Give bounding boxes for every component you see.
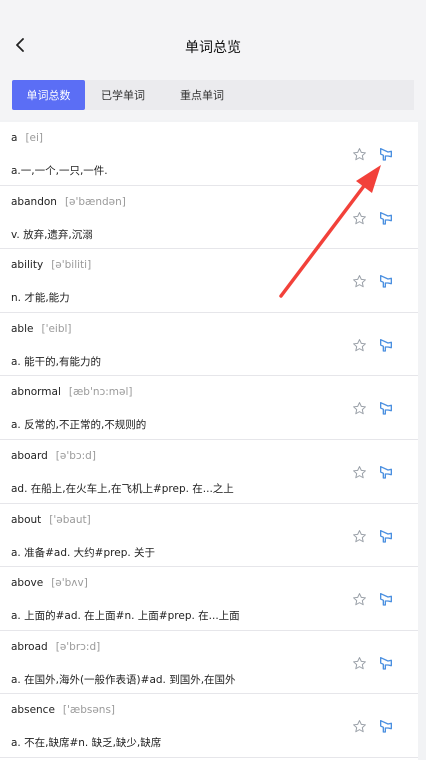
word-heading: about ['əbaut] — [11, 514, 91, 526]
tab-all-words[interactable]: 单词总数 — [12, 80, 85, 110]
word-phonetic: [ə'bændən] — [64, 195, 126, 208]
word-text: a — [11, 132, 18, 144]
word-phonetic: ['eibl] — [41, 322, 72, 335]
word-heading: above [ə'bʌv] — [11, 577, 88, 589]
speaker-icon[interactable] — [378, 210, 394, 226]
chevron-left-icon — [16, 38, 24, 52]
star-icon[interactable] — [352, 465, 367, 480]
word-row[interactable]: ability [ə'biliti] n. 才能,能力 — [0, 249, 418, 313]
word-meaning: a. 反常的,不正常的,不规则的 — [11, 419, 147, 432]
word-phonetic: [ə'bʌv] — [51, 577, 88, 590]
word-row[interactable]: able ['eibl] a. 能干的,有能力的 — [0, 313, 418, 377]
tab-bar-wrap: 单词总数 已学单词 重点单词 — [0, 72, 426, 120]
speaker-icon[interactable] — [378, 337, 394, 353]
word-text: able — [11, 322, 34, 335]
word-heading: a [ei] — [11, 132, 43, 144]
word-meaning: a. 准备#ad. 大约#prep. 关于 — [11, 546, 156, 559]
word-phonetic: ['əbaut] — [49, 513, 91, 526]
word-text: absence — [11, 704, 55, 717]
page-title: 单词总览 — [185, 40, 241, 56]
word-phonetic: [ei] — [25, 132, 44, 144]
word-text: ability — [11, 259, 44, 272]
speaker-icon[interactable] — [378, 591, 394, 607]
word-heading: aboard [ə'bɔ:d] — [11, 450, 96, 462]
word-row[interactable]: a [ei] a.一,一个,一只,一件. — [0, 122, 418, 186]
tab-learned-words[interactable]: 已学单词 — [89, 80, 157, 110]
word-meaning: a. 不在,缺席#n. 缺乏,缺少,缺席 — [11, 737, 162, 750]
speaker-icon[interactable] — [378, 464, 394, 480]
word-phonetic: [ə'brɔ:d] — [55, 640, 101, 653]
tab-key-words[interactable]: 重点单词 — [167, 80, 237, 110]
word-meaning: a. 在国外,海外(一般作表语)#ad. 到国外,在国外 — [11, 673, 236, 686]
star-icon[interactable] — [352, 656, 367, 671]
speaker-icon[interactable] — [378, 655, 394, 671]
word-meaning: a. 能干的,有能力的 — [11, 355, 101, 368]
word-row[interactable]: abnormal [æb'nɔ:məl] a. 反常的,不正常的,不规则的 — [0, 376, 418, 440]
word-phonetic: [ə'bɔ:d] — [55, 449, 96, 462]
word-row[interactable]: aboard [ə'bɔ:d] ad. 在船上,在火车上,在飞机上#prep. 在.… — [0, 440, 418, 504]
word-meaning: n. 才能,能力 — [11, 292, 70, 305]
star-icon[interactable] — [352, 211, 367, 226]
word-heading: able ['eibl] — [11, 323, 72, 335]
word-heading: abroad [ə'brɔ:d] — [11, 641, 100, 653]
word-text: aboard — [11, 449, 48, 462]
word-text: abroad — [11, 640, 48, 653]
speaker-icon[interactable] — [378, 146, 394, 162]
word-meaning: a. 上面的#ad. 在上面#n. 上面#prep. 在...上面 — [11, 610, 240, 623]
star-icon[interactable] — [352, 529, 367, 544]
word-text: abnormal — [11, 386, 61, 399]
speaker-icon[interactable] — [378, 718, 394, 734]
status-bar — [0, 0, 426, 22]
star-icon[interactable] — [352, 719, 367, 734]
word-phonetic: [æb'nɔ:məl] — [68, 386, 133, 399]
star-icon[interactable] — [352, 274, 367, 289]
word-row[interactable]: about ['əbaut] a. 准备#ad. 大约#prep. 关于 — [0, 504, 418, 568]
speaker-icon[interactable] — [378, 528, 394, 544]
word-heading: ability [ə'biliti] — [11, 259, 91, 271]
word-phonetic: [ə'biliti] — [51, 259, 92, 272]
word-row[interactable]: above [ə'bʌv] a. 上面的#ad. 在上面#n. 上面#prep. 在… — [0, 567, 418, 631]
word-meaning: v. 放弃,遗弃,沉溺 — [11, 228, 93, 241]
star-icon[interactable] — [352, 338, 367, 353]
word-list: a [ei] a.一,一个,一只,一件. abandon [ə'bændən] v. 放弃… — [0, 122, 418, 760]
word-row[interactable]: abroad [ə'brɔ:d] a. 在国外,海外(一般作表语)#ad. 到国外,… — [0, 631, 418, 695]
word-text: abandon — [11, 195, 57, 208]
word-heading: absence ['æbsəns] — [11, 704, 115, 716]
star-icon[interactable] — [352, 401, 367, 416]
word-row[interactable]: absence ['æbsəns] a. 不在,缺席#n. 缺乏,缺少,缺席 — [0, 694, 418, 758]
star-icon[interactable] — [352, 592, 367, 607]
word-heading: abnormal [æb'nɔ:məl] — [11, 386, 133, 398]
word-text: above — [11, 577, 44, 590]
back-button[interactable] — [8, 32, 34, 58]
speaker-icon[interactable] — [378, 400, 394, 416]
speaker-icon[interactable] — [378, 273, 394, 289]
star-icon[interactable] — [352, 147, 367, 162]
word-text: about — [11, 513, 42, 526]
word-phonetic: ['æbsəns] — [62, 704, 116, 717]
word-meaning: a.一,一个,一只,一件. — [11, 165, 108, 177]
word-meaning: ad. 在船上,在火车上,在飞机上#prep. 在...之上 — [11, 482, 234, 495]
word-row[interactable]: abandon [ə'bændən] v. 放弃,遗弃,沉溺 — [0, 186, 418, 250]
header: 单词总览 — [0, 22, 426, 72]
tab-bar: 单词总数 已学单词 重点单词 — [12, 80, 414, 110]
word-heading: abandon [ə'bændən] — [11, 196, 126, 208]
